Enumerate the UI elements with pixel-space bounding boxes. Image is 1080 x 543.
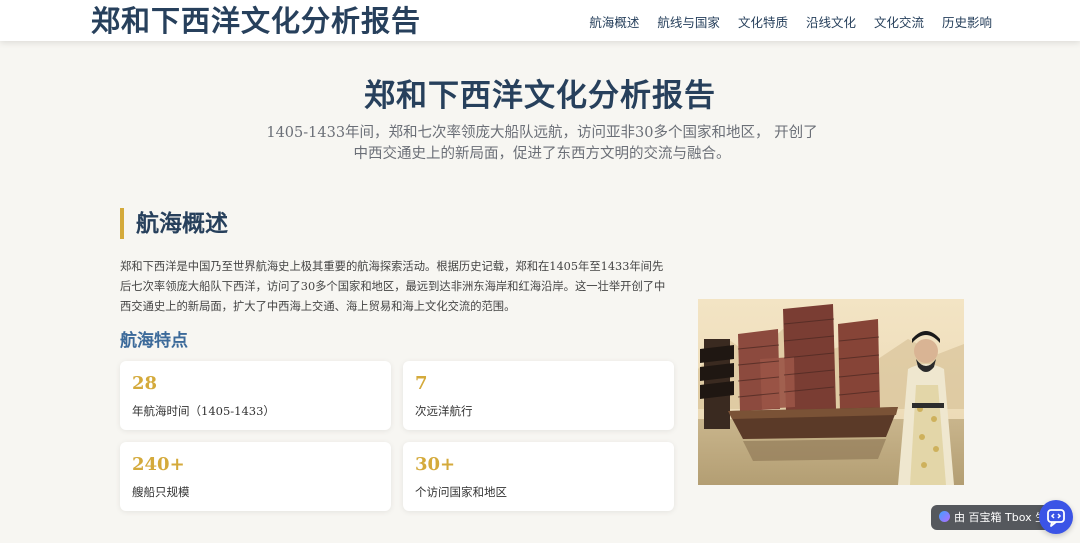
- chat-help-button[interactable]: [1039, 500, 1073, 534]
- stat-label: 次远洋航行: [415, 404, 473, 418]
- page-subtitle: 1405-1433年间，郑和七次率领庞大船队远航，访问亚非30多个国家和地区， …: [266, 125, 818, 162]
- stat-value: 240+: [132, 454, 185, 475]
- tbox-badge-label: 由 百宝箱 Tbox 生: [954, 511, 1047, 524]
- treasure-fleet-painting: [698, 299, 964, 485]
- nav-link-exchange[interactable]: 文化交流: [874, 12, 924, 31]
- stat-card-years: 28 年航海时间（1405-1433）: [120, 361, 391, 430]
- nav-link-culture-traits[interactable]: 文化特质: [738, 12, 788, 31]
- stat-card-countries: 30+ 个访问国家和地区: [403, 442, 674, 511]
- tbox-logo-icon: [939, 511, 950, 522]
- tbox-badge[interactable]: 由 百宝箱 Tbox 生: [931, 505, 1051, 530]
- stat-value: 30+: [415, 454, 456, 475]
- nav-link-overview[interactable]: 航海概述: [589, 12, 639, 31]
- stat-value: 28: [132, 373, 158, 394]
- nav-link-routes[interactable]: 航线与国家: [657, 12, 720, 31]
- stat-label: 艘船只规模: [132, 485, 190, 499]
- nav-link-impact[interactable]: 历史影响: [942, 12, 992, 31]
- stat-value: 7: [415, 373, 428, 394]
- chat-help-icon: [1047, 509, 1065, 527]
- section-title-overview: 航海概述: [120, 208, 228, 239]
- nav-link-route-cultures[interactable]: 沿线文化: [806, 12, 856, 31]
- stat-card-voyages: 7 次远洋航行: [403, 361, 674, 430]
- stat-label: 个访问国家和地区: [415, 485, 507, 499]
- main-nav: 航海概述 航线与国家 文化特质 沿线文化 文化交流 历史影响: [589, 12, 992, 31]
- stat-card-ships: 240+ 艘船只规模: [120, 442, 391, 511]
- site-brand-title[interactable]: 郑和下西洋文化分析报告: [91, 0, 421, 40]
- overview-paragraph: 郑和下西洋是中国乃至世界航海史上极其重要的航海探索活动。根据历史记载，郑和在14…: [120, 260, 666, 313]
- features-subtitle: 航海特点: [120, 331, 188, 351]
- page-title: 郑和下西洋文化分析报告: [364, 78, 716, 114]
- stat-label: 年航海时间（1405-1433）: [132, 404, 275, 418]
- top-navigation-bar: 郑和下西洋文化分析报告 航海概述 航线与国家 文化特质 沿线文化 文化交流 历史…: [0, 0, 1080, 41]
